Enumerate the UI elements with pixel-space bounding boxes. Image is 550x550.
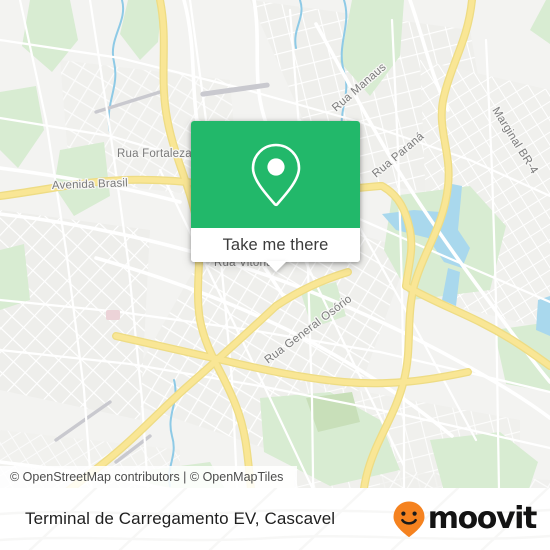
- take-me-there-label: Take me there: [222, 235, 329, 254]
- popup-pointer-tail: [264, 261, 287, 272]
- take-me-there-button[interactable]: Take me there: [191, 228, 360, 262]
- location-popup-card[interactable]: Take me there: [191, 121, 360, 272]
- moovit-logo[interactable]: moovit: [392, 500, 538, 538]
- moovit-wordmark: moovit: [427, 501, 538, 536]
- popup-header: [191, 121, 360, 228]
- map-attribution[interactable]: © OpenStreetMap contributors | © OpenMap…: [0, 466, 298, 488]
- map-label-rua-fortaleza: Rua Fortaleza: [117, 148, 192, 160]
- footer-bar: Terminal de Carregamento EV, Cascavel mo…: [0, 488, 550, 550]
- place-title: Terminal de Carregamento EV, Cascavel: [25, 509, 336, 528]
- location-pin-icon: [251, 143, 300, 206]
- map-screen: Rua Fortaleza Avenida Brasil Rua Manaus …: [0, 0, 550, 550]
- attribution-text: © OpenStreetMap contributors | © OpenMap…: [10, 470, 284, 484]
- moovit-smiley-pin-icon: [393, 501, 425, 537]
